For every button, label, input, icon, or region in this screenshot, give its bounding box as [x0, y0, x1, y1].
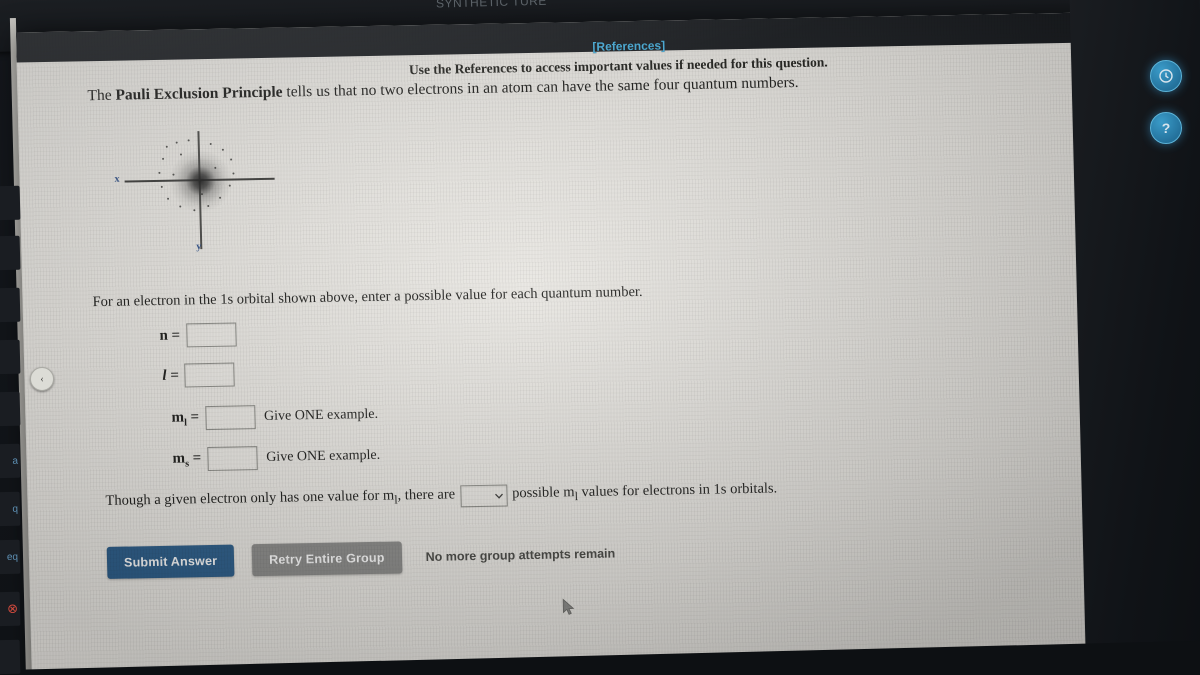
taskbar-chip[interactable] [0, 639, 21, 675]
taskbar-chip[interactable]: q [0, 491, 21, 527]
chevron-down-icon [494, 493, 503, 499]
pauli-bold-term: Pauli Exclusion Principle [115, 83, 283, 104]
question-content: [References] Use the References to acces… [16, 12, 1152, 675]
copilot-icon [1159, 69, 1173, 83]
taskbar-chip[interactable] [0, 185, 21, 221]
taskbar-chip[interactable] [0, 391, 21, 427]
input-magnetic-quantum-number[interactable] [204, 405, 256, 431]
field-label-l: l = [162, 367, 180, 384]
field-label-ml: ml = [171, 408, 200, 428]
pauli-suffix: tells us that no two electrons in an ato… [282, 73, 799, 101]
field-row-angular-momentum-quantum-number: l = [162, 362, 236, 388]
orbital-y-axis-label: y [196, 241, 202, 253]
field-label-n: n = [159, 327, 181, 344]
sentence-after: possible ml values for electrons in 1s o… [511, 480, 778, 504]
retry-entire-group-button[interactable]: Retry Entire Group [251, 541, 402, 577]
sentence-before: Though a given electron only has one val… [105, 486, 456, 510]
pauli-statement: The Pauli Exclusion Principle tells us t… [87, 74, 799, 105]
photo-of-monitor-scene: SYNTHETIC TURE ✕ G [0, 0, 1200, 675]
taskbar-chip-blocked[interactable]: ⊗ [0, 591, 21, 627]
input-angular-momentum-quantum-number[interactable] [184, 362, 236, 388]
input-principal-quantum-number[interactable] [185, 322, 237, 348]
1s-orbital-electron-density-diagram: x y [113, 126, 286, 254]
taskbar-chip[interactable] [0, 235, 21, 271]
field-label-ms: ms = [172, 449, 202, 469]
field-row-principal-quantum-number: n = [159, 322, 237, 348]
left-taskbar: a q eq ⊗ [0, 0, 26, 675]
note-magnetic-quantum-number: Give ONE example. [263, 406, 379, 424]
taskbar-chip[interactable]: eq [0, 539, 21, 575]
note-spin-quantum-number: Give ONE example. [266, 447, 381, 465]
orbital-x-axis-label: x [114, 173, 120, 185]
taskbar-chip[interactable] [0, 287, 21, 323]
question-prompt: For an electron in the 1s orbital shown … [92, 283, 643, 311]
taskbar-chip[interactable] [0, 339, 21, 375]
attempts-remaining-text: No more group attempts remain [425, 546, 616, 564]
ml-count-select[interactable] [459, 484, 508, 508]
input-spin-quantum-number[interactable] [206, 446, 258, 472]
submit-answer-button[interactable]: Submit Answer [106, 544, 235, 579]
taskbar-chip[interactable]: a [0, 443, 21, 479]
pauli-prefix: The [87, 86, 116, 105]
action-button-row: Submit Answer Retry Entire Group No more… [106, 537, 616, 579]
browser-page: [References] Use the References to acces… [15, 11, 1153, 675]
mouse-cursor [562, 598, 576, 616]
field-row-magnetic-quantum-number: ml = Give ONE example. [171, 403, 378, 431]
copilot-button[interactable] [1150, 60, 1182, 92]
help-button[interactable]: ? [1150, 112, 1182, 144]
field-row-spin-quantum-number: ms = Give ONE example. [172, 444, 380, 472]
sidebar-collapse-handle[interactable]: ‹ [30, 367, 54, 391]
ml-count-sentence: Though a given electron only has one val… [105, 479, 777, 514]
monitor-frame-right [1069, 0, 1200, 675]
references-link[interactable]: [References] [592, 38, 665, 53]
electron-density-cloud [168, 149, 233, 213]
